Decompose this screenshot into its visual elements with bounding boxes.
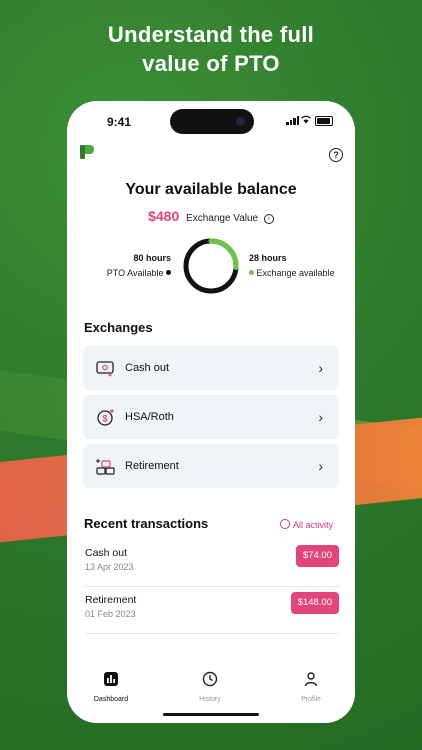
pto-legend-dot [166, 270, 171, 275]
retirement-blocks-icon [96, 459, 115, 475]
exchange-item-label: HSA/Roth [125, 411, 174, 423]
recent-transactions-heading: Recent transactions [84, 516, 209, 531]
transaction-name: Cash out [85, 547, 128, 559]
tab-label: History [199, 696, 221, 703]
chevron-right-icon: › [318, 409, 323, 425]
home-indicator [163, 713, 259, 716]
profile-icon [304, 672, 318, 687]
tab-dashboard[interactable]: Dashboard [81, 671, 141, 703]
chevron-right-icon: › [318, 360, 323, 376]
exchange-item-label: Cash out [125, 362, 170, 374]
exchange-value-amount: $480 [148, 208, 180, 224]
tab-label: Profile [301, 696, 321, 703]
transaction-date: 01 Feb 2023 [85, 609, 136, 619]
status-bar: 9:41 [67, 101, 355, 141]
pto-label: PTO Available [106, 268, 164, 278]
headline-line-2: value of PTO [142, 51, 280, 76]
exchange-stat: 28 hours Exchange available [249, 253, 349, 278]
dynamic-island [170, 109, 254, 134]
help-icon[interactable]: ? [329, 148, 343, 162]
app-logo-icon [80, 145, 94, 159]
chevron-right-icon: › [318, 458, 323, 474]
signal-icon [286, 116, 299, 125]
balance-ring-chart [183, 238, 239, 294]
info-icon[interactable]: i [263, 214, 274, 224]
transaction-amount: $148.00 [290, 592, 339, 614]
exchanges-heading: Exchanges [84, 320, 153, 335]
phone-screen: 9:41 ? Your available balance $480 Excha… [67, 101, 355, 723]
svg-text:$: $ [102, 414, 107, 424]
exchange-item-label: Retirement [125, 460, 179, 472]
tab-label: Dashboard [93, 696, 129, 703]
camera-icon [236, 117, 245, 126]
dashboard-icon [104, 672, 118, 686]
exchange-item-retirement[interactable]: Retirement › [83, 444, 339, 488]
exchange-item-hsa-roth[interactable]: $ HSA/Roth › [83, 395, 339, 439]
tab-profile[interactable]: Profile [281, 671, 341, 703]
all-activity-label: All activity [293, 520, 334, 530]
exchange-item-cash-out[interactable]: Cash out › [83, 346, 339, 390]
exchange-hours: 28 hours [249, 253, 287, 263]
exchange-value-line: $480 Exchange Value i [67, 208, 355, 224]
cash-icon [96, 361, 114, 377]
tab-history[interactable]: History [180, 671, 240, 703]
exchange-value-label: Exchange Value [186, 213, 259, 224]
transaction-row[interactable]: Cash out 13 Apr 2023 $74.00 [85, 542, 339, 587]
wifi-icon [301, 115, 311, 124]
marketing-headline: Understand the full value of PTO [0, 20, 422, 78]
history-icon [202, 671, 218, 687]
exchange-available-label: Exchange available [256, 268, 335, 278]
exchange-legend-dot [249, 270, 254, 275]
transaction-amount: $74.00 [295, 545, 339, 567]
status-time: 9:41 [107, 115, 132, 129]
transaction-date: 13 Apr 2023 [85, 562, 134, 572]
headline-line-1: Understand the full [107, 22, 315, 47]
pto-hours: 80 hours [133, 253, 171, 263]
all-activity-link[interactable]: All activity [280, 519, 333, 530]
pto-stat: 80 hours PTO Available [85, 253, 171, 278]
battery-icon [315, 116, 333, 126]
balance-title: Your available balance [125, 181, 297, 198]
hsa-dollar-icon: $ [97, 409, 114, 426]
transaction-name: Retirement [85, 594, 137, 606]
clock-icon [280, 519, 290, 529]
transaction-row[interactable]: Retirement 01 Feb 2023 $148.00 [85, 589, 339, 634]
